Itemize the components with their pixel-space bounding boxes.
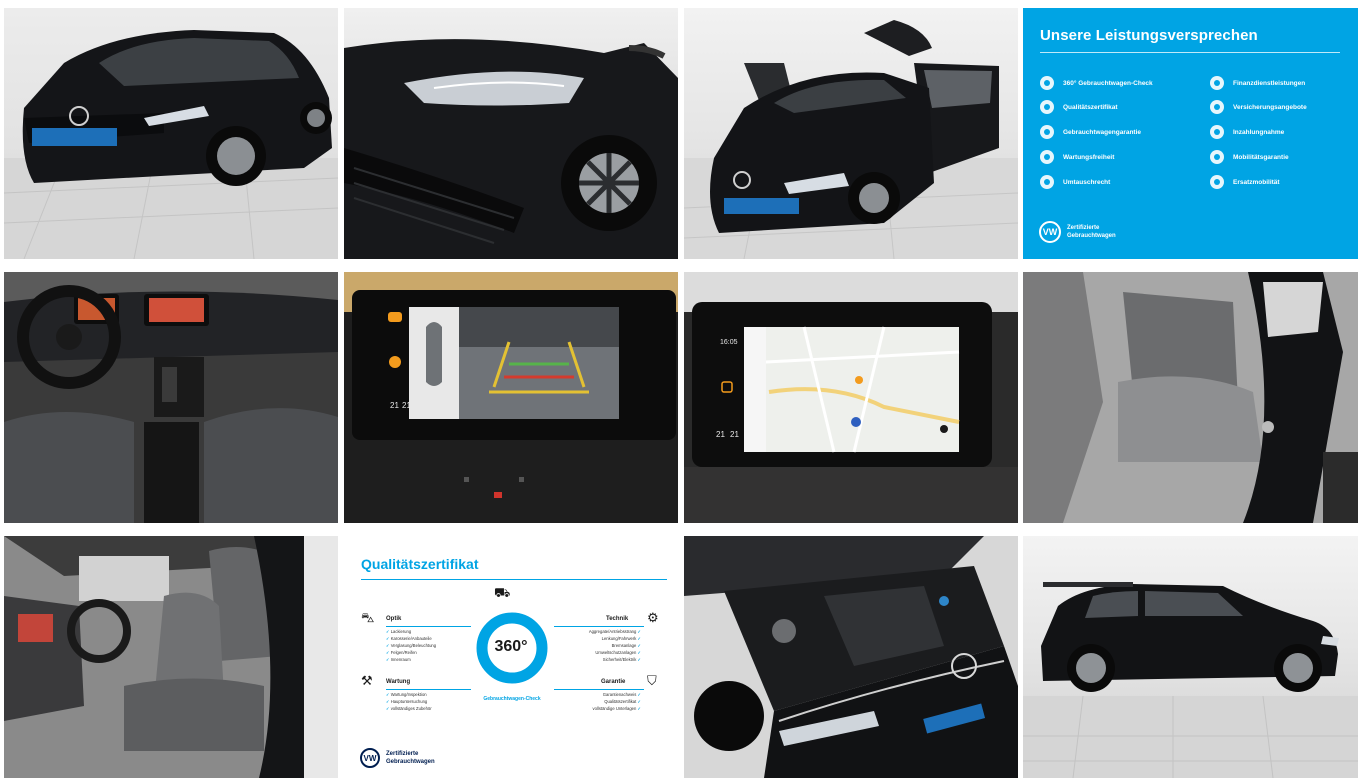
temp-left-readout: 21 <box>390 401 399 410</box>
garantie-rule <box>554 689 644 690</box>
certificate-icon <box>1040 100 1054 114</box>
license-plate-2 <box>724 198 799 214</box>
replacement-car-icon <box>1210 175 1224 189</box>
technik-list: Aggregate/Antriebsstrang ✓ Lenkung/Fahrw… <box>588 629 641 662</box>
optik-car-icon: ⛍ <box>361 610 375 625</box>
vw-logo-icon-2: VW <box>360 748 380 768</box>
promise-footer: VW Zertifizierte Gebrauchtwagen <box>1039 221 1116 243</box>
wartung-heading: Wartung <box>386 679 411 685</box>
wartung-rule <box>386 689 471 690</box>
promise-info-card[interactable]: Unsere Leistungsversprechen 360° Gebrauc… <box>1023 8 1358 259</box>
check-ring-label: Gebrauchtwagen-Check <box>483 696 541 702</box>
doors-open-illustration <box>684 20 1018 259</box>
optik-heading: Optik <box>386 616 402 622</box>
gallery-photo-headlight[interactable] <box>344 8 678 259</box>
promise-item-exchange: Umtauschrecht <box>1040 175 1110 189</box>
finance-icon <box>1210 76 1224 90</box>
gallery-photo-navigation[interactable]: 16:05 21 21 <box>684 272 1018 523</box>
wrench-icon <box>1040 150 1054 164</box>
technik-rule <box>554 626 644 627</box>
headlight-illustration <box>344 39 678 259</box>
promise-item-insurance: Versicherungsangebote <box>1210 100 1307 114</box>
gallery-photo-car-front[interactable] <box>4 8 338 259</box>
promise-divider <box>1040 52 1340 53</box>
promise-item-maintenance: Wartungsfreiheit <box>1040 150 1114 164</box>
exchange-icon <box>1040 175 1054 189</box>
gallery-photo-cockpit[interactable] <box>4 272 338 523</box>
promise-item-mobility: Mobilitätsgarantie <box>1210 150 1289 164</box>
wartung-wrench-icon: ⚒ <box>361 673 373 688</box>
promise-item-check: 360° Gebrauchtwagen-Check <box>1040 76 1153 90</box>
temp-right-readout: 21 <box>402 401 411 410</box>
nav-temp-right: 21 <box>730 430 739 439</box>
technik-heading: Technik <box>606 616 629 622</box>
quality-footer: VW Zertifizierte Gebrauchtwagen <box>360 748 435 768</box>
promise-item-warranty: Gebrauchtwagengarantie <box>1040 125 1141 139</box>
optik-list: ✓ Lackierung ✓ Karosserie/Anbauteile ✓ V… <box>386 629 437 662</box>
garantie-shield-icon: ⛉ <box>647 673 657 688</box>
engine-bay-illustration <box>684 536 1018 778</box>
optik-rule <box>386 626 471 627</box>
promise-item-certificate: Qualitätszertifikat <box>1040 100 1118 114</box>
gallery-photo-side-profile[interactable] <box>1023 536 1358 778</box>
rear-camera-illustration: 21 21 <box>344 272 678 523</box>
nav-temp-left: 21 <box>716 430 725 439</box>
gallery-photo-doors-open[interactable] <box>684 8 1018 259</box>
gallery-photo-rear-seats[interactable] <box>1023 272 1358 523</box>
check-360-value: 360° <box>494 638 528 655</box>
garantie-heading: Garantie <box>601 679 626 685</box>
gallery-photo-front-seats[interactable] <box>4 536 338 778</box>
gallery-photo-rear-camera[interactable]: 21 21 <box>344 272 678 523</box>
tradein-icon <box>1210 125 1224 139</box>
wartung-list: ✓ Wartung/Inspektion ✓ Hauptuntersuchung… <box>386 692 432 711</box>
technik-engine-icon: ⚙ <box>647 610 659 625</box>
photo-gallery: Unsere Leistungsversprechen 360° Gebrauc… <box>0 0 1363 778</box>
promise-item-replacement: Ersatzmobilität <box>1210 175 1280 189</box>
nav-clock: 16:05 <box>720 339 738 346</box>
gallery-photo-engine-bay[interactable] <box>684 536 1018 778</box>
navigation-illustration: 16:05 21 21 <box>684 272 1018 523</box>
promise-title: Unsere Leistungsversprechen <box>1040 27 1258 44</box>
quality-title: Qualitätszertifikat <box>361 556 479 572</box>
quality-divider <box>361 579 667 580</box>
check-360-icon <box>1040 76 1054 90</box>
insurance-icon <box>1210 100 1224 114</box>
license-plate <box>32 128 117 146</box>
front-seats-illustration <box>4 536 338 778</box>
shield-icon <box>1040 125 1054 139</box>
promise-item-tradein: Inzahlungnahme <box>1210 125 1284 139</box>
side-profile-illustration <box>1023 582 1358 778</box>
garantie-list: Garantienachweis ✓ Qualitätszertifikat ✓… <box>592 692 641 711</box>
car-check-icon: ⛟ <box>494 585 511 600</box>
car-front-illustration <box>4 30 338 259</box>
promise-item-finance: Finanzdienstleistungen <box>1210 76 1305 90</box>
rear-seats-illustration <box>1023 272 1358 523</box>
quality-certificate-card[interactable]: Qualitätszertifikat 360° Gebrauchtwagen-… <box>344 536 678 778</box>
cockpit-illustration <box>4 272 338 523</box>
vw-logo-icon: VW <box>1039 221 1061 243</box>
car-icon <box>1210 150 1224 164</box>
